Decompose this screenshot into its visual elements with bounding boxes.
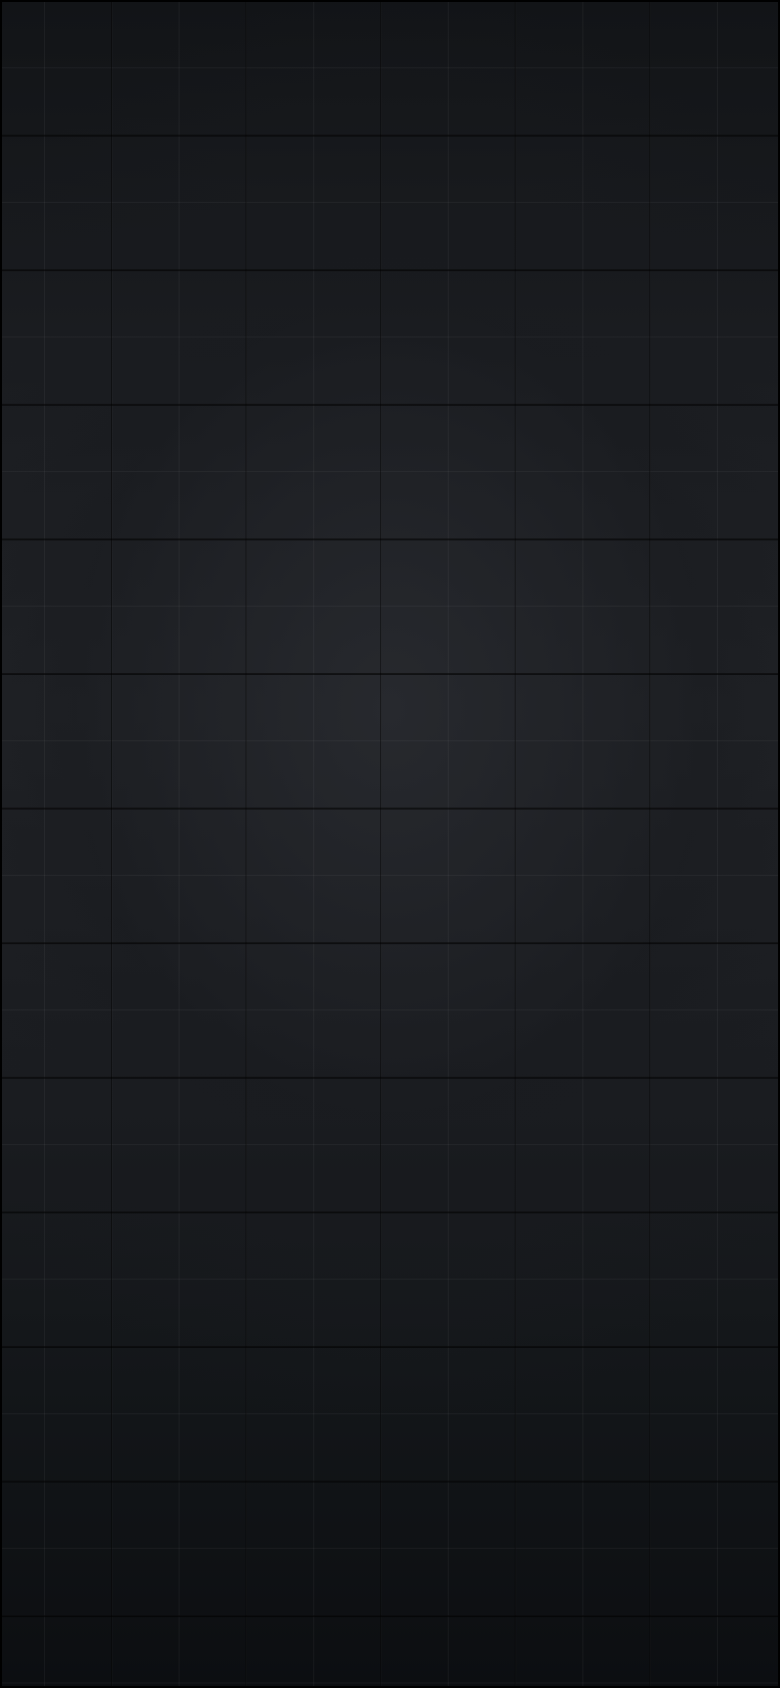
wallpaper-background: [0, 0, 780, 1688]
grid-pattern-major: [0, 0, 780, 1688]
